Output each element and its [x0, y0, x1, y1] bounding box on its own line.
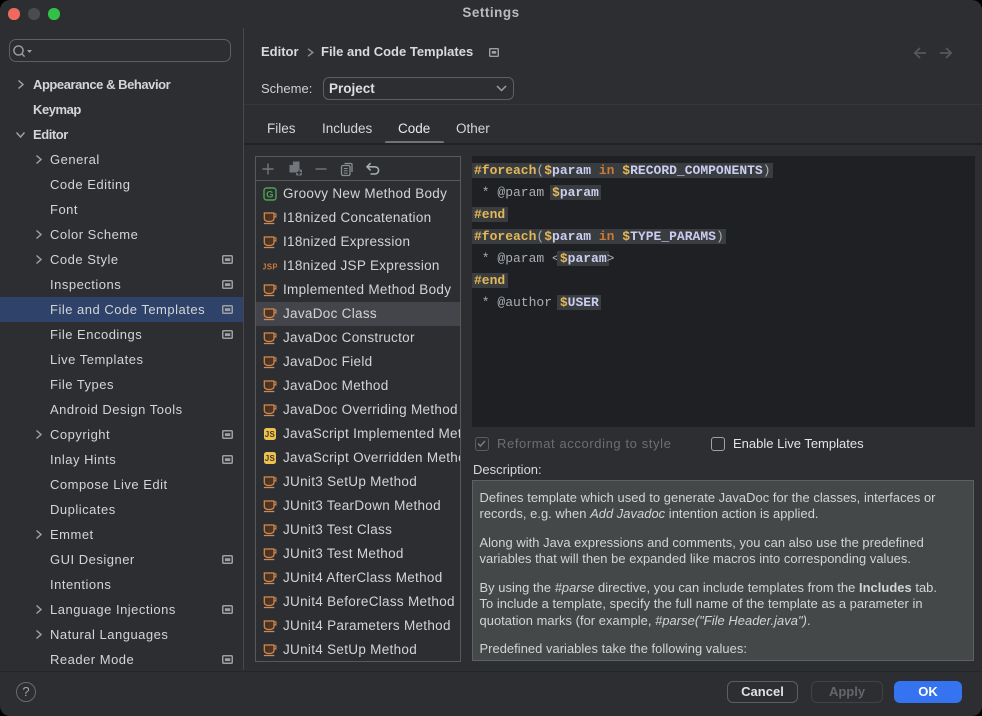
- svg-text:G: G: [266, 190, 274, 201]
- svg-text:JS: JS: [265, 454, 276, 463]
- svg-text:JSP: JSP: [263, 263, 277, 272]
- svg-text:JS: JS: [265, 430, 276, 439]
